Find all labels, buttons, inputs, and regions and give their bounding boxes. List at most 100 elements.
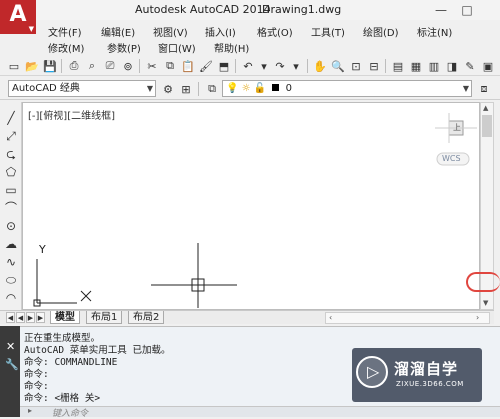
workspace-dropdown[interactable]: AutoCAD 经典 ▼ — [8, 80, 156, 97]
first-tab-icon[interactable]: ◀ — [6, 312, 15, 323]
toolbar-separator — [307, 59, 308, 73]
tab-model[interactable]: 模型 — [50, 311, 80, 324]
toolbar-separator — [385, 59, 386, 73]
ellipse-icon[interactable]: ⬭ — [3, 272, 19, 288]
viewcube-top-label[interactable]: 上 — [453, 122, 461, 133]
polygon-icon[interactable]: ⬠ — [3, 164, 19, 180]
menu-file[interactable]: 文件(F) — [48, 24, 82, 39]
menu-dimension[interactable]: 标注(N) — [417, 24, 452, 39]
layer-value: 0 — [285, 83, 292, 94]
command-input-bar[interactable]: ▸ 键入命令 — [20, 406, 500, 419]
menu-parametric[interactable]: 参数(P) — [107, 40, 141, 55]
menu-tools[interactable]: 工具(T) — [311, 24, 345, 39]
menu-window[interactable]: 窗口(W) — [158, 40, 196, 55]
watermark-title: 溜溜自学 — [394, 360, 459, 378]
prev-tab-icon[interactable]: ◀ — [16, 312, 25, 323]
print-preview-icon[interactable]: ⌕ — [84, 58, 100, 74]
application-menu-button[interactable]: A ▼ — [0, 0, 36, 34]
open-file-icon[interactable]: 📂 — [24, 58, 40, 74]
scroll-down-icon[interactable]: ▼ — [483, 299, 488, 307]
logo-dropdown-icon: ▼ — [28, 25, 34, 33]
polyline-icon[interactable]: ⮎ — [3, 146, 19, 162]
ucs-y-label: Y — [39, 243, 46, 256]
command-prompt-icon[interactable]: ▸ — [28, 406, 32, 415]
minimize-button[interactable]: — — [430, 0, 452, 20]
wrench-icon[interactable]: 🔧 — [5, 358, 19, 371]
maximize-button[interactable]: □ — [456, 0, 478, 20]
scroll-right-icon[interactable]: › — [476, 313, 479, 322]
print-icon[interactable]: ⎙ — [66, 58, 82, 74]
make-current-layer-icon[interactable]: ⧈ — [476, 81, 492, 97]
next-tab-icon[interactable]: ▶ — [26, 312, 35, 323]
layer-properties-icon[interactable]: ⧉ — [204, 81, 220, 97]
scroll-thumb[interactable] — [482, 115, 492, 137]
last-tab-icon[interactable]: ▶ — [36, 312, 45, 323]
tab-layout2[interactable]: 布局2 — [128, 311, 165, 324]
tab-layout1[interactable]: 布局1 — [86, 311, 123, 324]
toolbar-separator — [235, 59, 236, 73]
command-window-handle[interactable]: ✕ 🔧 — [0, 326, 20, 417]
watermark: ▷ 溜溜自学 ZIXUE.3D66.COM — [356, 352, 476, 400]
redo-icon[interactable]: ↷ — [272, 58, 288, 74]
menu-edit[interactable]: 编辑(E) — [101, 24, 135, 39]
revision-cloud-icon[interactable]: ☁ — [3, 236, 19, 252]
scroll-up-icon[interactable]: ▲ — [483, 104, 488, 112]
cut-icon[interactable]: ✂ — [144, 58, 160, 74]
command-input[interactable]: 键入命令 — [52, 406, 88, 419]
zoom-previous-icon[interactable]: ⊟ — [366, 58, 382, 74]
scroll-left-icon[interactable]: ‹ — [329, 313, 332, 322]
layer-color-swatch — [272, 84, 280, 91]
publish-icon[interactable]: ⊚ — [120, 58, 136, 74]
line-icon[interactable]: ╱ — [3, 110, 19, 126]
standard-toolbar: ▭ 📂 💾 ⎙ ⌕ ⎚ ⊚ ✂ ⧉ 📋 🖌 ⬒ ↶ ▾ ↷ ▾ ✋ 🔍 ⊡ ⊟ … — [0, 56, 500, 76]
zoom-window-icon[interactable]: ⊡ — [348, 58, 364, 74]
spline-icon[interactable]: ∿ — [3, 254, 19, 270]
drawing-svg — [33, 113, 477, 308]
drawing-canvas[interactable]: [-][俯视][二维线框] 上 WCS Y X — [22, 102, 480, 310]
arc-icon[interactable]: ⌒ — [3, 200, 19, 216]
paste-icon[interactable]: 📋 — [180, 58, 196, 74]
workspace-settings-icon[interactable]: ⚙ — [160, 81, 176, 97]
layer-dropdown[interactable]: 💡 ☼ 🔓 0 ▼ — [222, 80, 472, 97]
pan-icon[interactable]: ✋ — [312, 58, 328, 74]
menu-draw[interactable]: 绘图(D) — [363, 24, 399, 39]
markup-icon[interactable]: ✎ — [462, 58, 478, 74]
tool-palettes-icon[interactable]: ▥ — [426, 58, 442, 74]
ellipse-arc-icon[interactable]: ◠ — [3, 290, 19, 306]
workspace-layer-toolbar: AutoCAD 经典 ▼ ⚙ ⊞ ⧉ 💡 ☼ 🔓 0 ▼ ⧈ — [0, 78, 500, 100]
rectangle-icon[interactable]: ▭ — [3, 182, 19, 198]
zoom-realtime-icon[interactable]: 🔍 — [330, 58, 346, 74]
block-editor-icon[interactable]: ⬒ — [216, 58, 232, 74]
menu-modify[interactable]: 修改(M) — [48, 40, 84, 55]
construction-line-icon[interactable]: ⤢ — [3, 128, 19, 144]
toolbar-separator — [61, 59, 62, 73]
plot-icon[interactable]: ⎚ — [102, 58, 118, 74]
new-file-icon[interactable]: ▭ — [6, 58, 22, 74]
menu-format[interactable]: 格式(O) — [257, 24, 293, 39]
toolbar-lock-icon[interactable]: ⊞ — [178, 81, 194, 97]
redo-dropdown-icon[interactable]: ▾ — [288, 58, 304, 74]
circle-icon[interactable]: ⊙ — [3, 218, 19, 234]
layout-tabs-bar: ◀ ◀ ▶ ▶ 模型 布局1 布局2 ‹ › — [0, 310, 494, 324]
undo-dropdown-icon[interactable]: ▾ — [256, 58, 272, 74]
draw-toolbar: ╱ ⤢ ⮎ ⬠ ▭ ⌒ ⊙ ☁ ∿ ⬭ ◠ ⬚ — [0, 102, 22, 322]
save-icon[interactable]: 💾 — [42, 58, 58, 74]
match-properties-icon[interactable]: 🖌 — [198, 58, 214, 74]
menu-insert[interactable]: 插入(I) — [205, 24, 236, 39]
layer-state-icons: 💡 — [226, 83, 239, 94]
undo-icon[interactable]: ↶ — [240, 58, 256, 74]
app-title: Autodesk AutoCAD 2014 — [135, 3, 271, 16]
copy-icon[interactable]: ⧉ — [162, 58, 178, 74]
chevron-down-icon: ▼ — [146, 84, 153, 93]
menu-view[interactable]: 视图(V) — [153, 24, 188, 39]
wcs-menu-label[interactable]: WCS — [442, 154, 461, 163]
horizontal-scrollbar[interactable]: ‹ › — [325, 312, 490, 324]
properties-icon[interactable]: ▤ — [390, 58, 406, 74]
sheet-set-icon[interactable]: ◨ — [444, 58, 460, 74]
highlight-annotation — [466, 272, 500, 292]
layer-sun-icon: ☼ — [241, 83, 251, 94]
close-icon[interactable]: ✕ — [6, 340, 15, 353]
menu-help[interactable]: 帮助(H) — [214, 40, 249, 55]
design-center-icon[interactable]: ▦ — [408, 58, 424, 74]
calculator-icon[interactable]: ▣ — [480, 58, 496, 74]
